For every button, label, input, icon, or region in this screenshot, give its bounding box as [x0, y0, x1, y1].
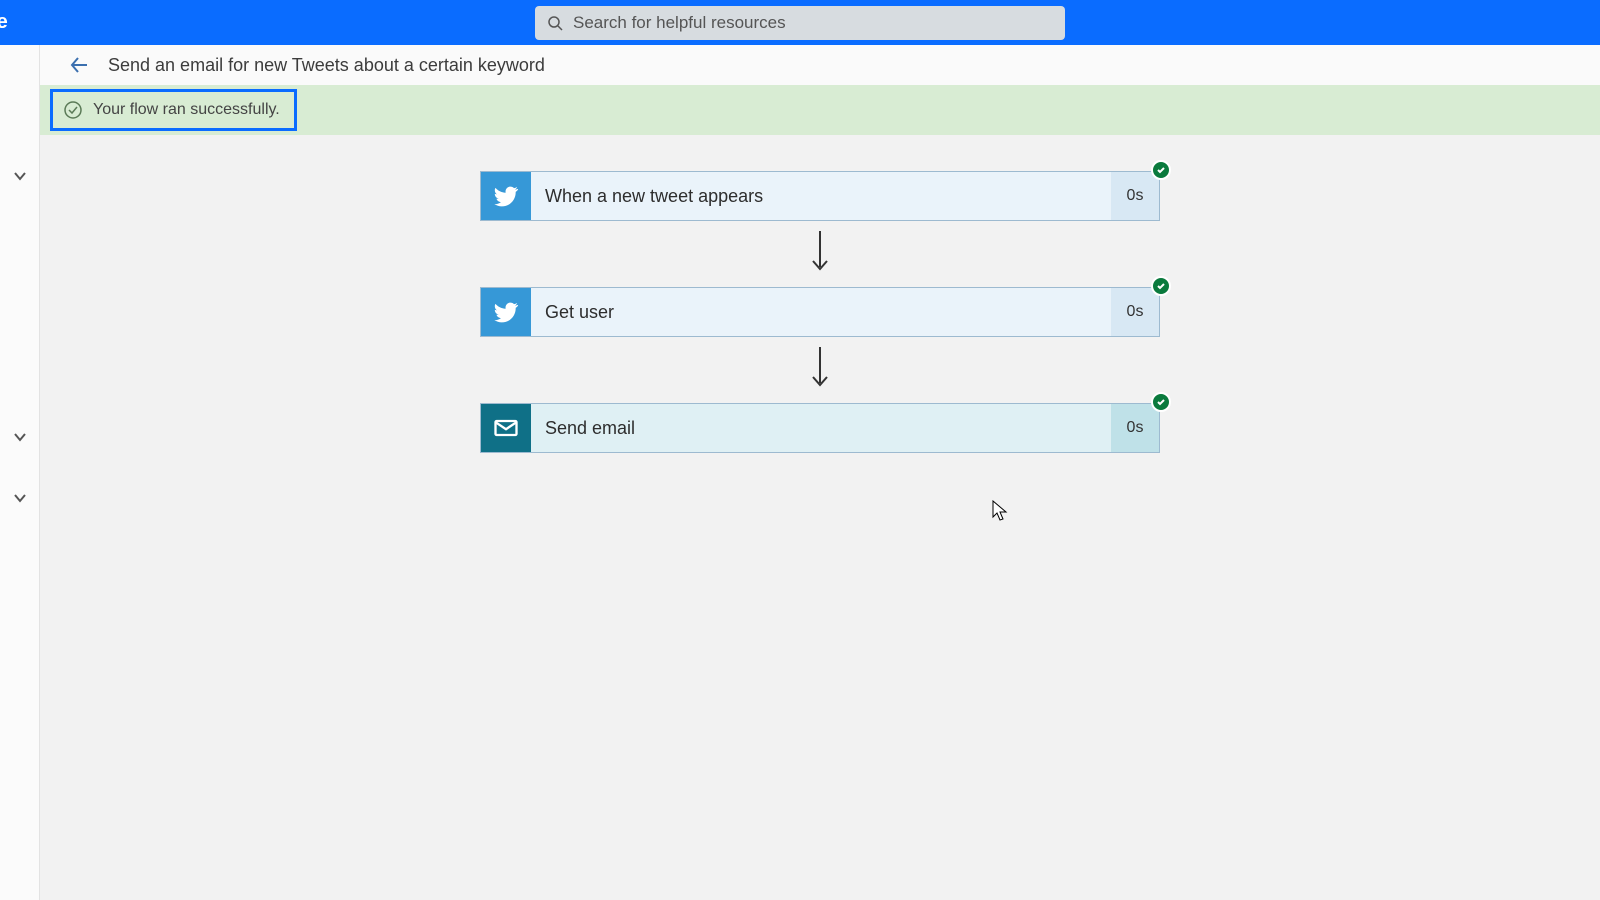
app-title-fragment: te [0, 11, 8, 34]
twitter-icon [481, 288, 531, 336]
chevron-down-icon[interactable] [9, 424, 31, 455]
flow-step-duration: 0s [1111, 172, 1159, 220]
flow-step-trigger[interactable]: When a new tweet appears 0s [480, 171, 1160, 221]
search-box[interactable] [535, 6, 1065, 40]
left-rail [0, 45, 40, 900]
flow-column: When a new tweet appears 0s Get user 0s [40, 171, 1600, 453]
chevron-down-icon[interactable] [9, 163, 31, 194]
mail-icon [481, 404, 531, 452]
check-circle-icon [63, 100, 83, 120]
flow-canvas[interactable]: When a new tweet appears 0s Get user 0s [40, 135, 1600, 900]
search-icon [547, 15, 563, 31]
success-banner: Your flow ran successfully. [40, 85, 1600, 135]
page-title: Send an email for new Tweets about a cer… [108, 55, 545, 76]
success-badge-icon [1151, 276, 1171, 296]
success-badge-icon [1151, 160, 1171, 180]
back-arrow-icon[interactable] [68, 54, 90, 76]
search-input[interactable] [573, 13, 1053, 33]
flow-step-label: Get user [531, 288, 1111, 336]
chevron-down-icon[interactable] [9, 485, 31, 516]
flow-step-label: Send email [531, 404, 1111, 452]
flow-step-duration: 0s [1111, 288, 1159, 336]
top-bar: te [0, 0, 1600, 45]
flow-step-send-email[interactable]: Send email 0s [480, 403, 1160, 453]
page-header: Send an email for new Tweets about a cer… [40, 45, 1600, 85]
flow-step-label: When a new tweet appears [531, 172, 1111, 220]
success-highlight: Your flow ran successfully. [50, 89, 297, 131]
flow-step-get-user[interactable]: Get user 0s [480, 287, 1160, 337]
twitter-icon [481, 172, 531, 220]
flow-step-duration: 0s [1111, 404, 1159, 452]
success-badge-icon [1151, 392, 1171, 412]
arrow-down-icon [810, 221, 830, 287]
success-text: Your flow ran successfully. [93, 101, 280, 119]
arrow-down-icon [810, 337, 830, 403]
